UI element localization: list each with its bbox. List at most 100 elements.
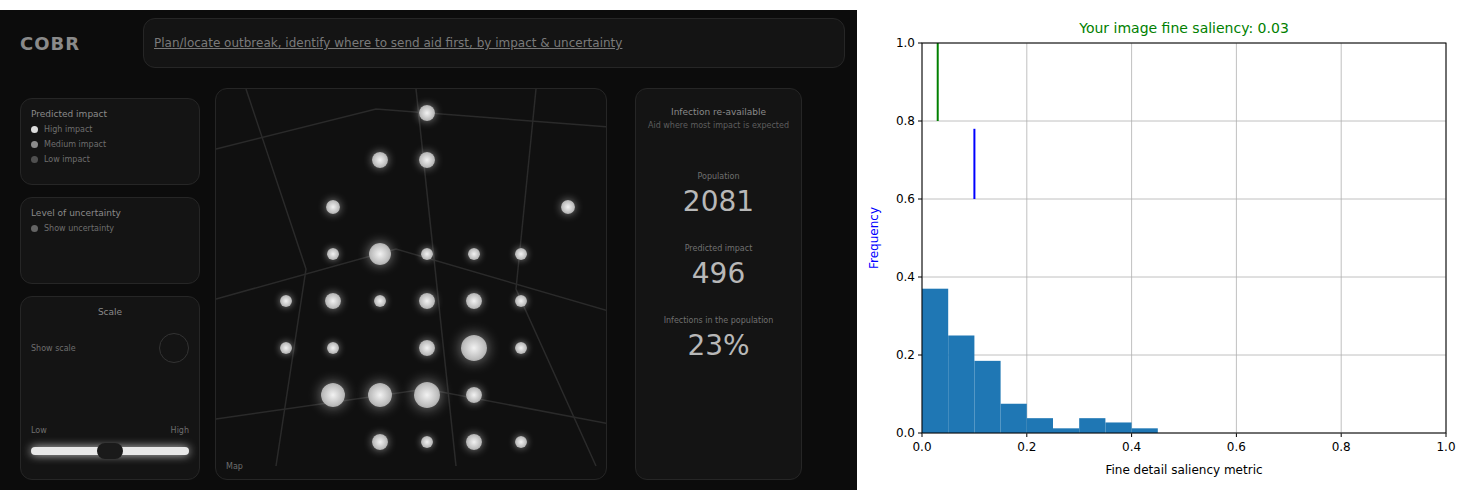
map-pin[interactable]	[468, 248, 480, 260]
legend-row[interactable]: Show uncertainty	[31, 224, 189, 233]
knob-icon[interactable]	[159, 333, 189, 363]
map-pin[interactable]	[515, 248, 527, 260]
dashboard-body: Predicted impact High impact Medium impact…	[20, 88, 845, 480]
page: COBRPlan/locate outbreak, identify where…	[0, 0, 1473, 495]
stats-card: Infection re-availableAid where most imp…	[635, 88, 802, 480]
legend-row[interactable]: High impact	[31, 125, 189, 134]
stat-value: 23%	[687, 329, 749, 362]
map-pin[interactable]	[327, 248, 339, 260]
map-pin[interactable]	[419, 152, 435, 168]
map-pin[interactable]	[414, 382, 440, 408]
streets-icon	[216, 89, 606, 479]
x-tick: 0.8	[1332, 43, 1351, 454]
map-pin[interactable]	[372, 152, 388, 168]
map-pin[interactable]	[280, 295, 292, 307]
map-pin[interactable]	[374, 295, 386, 307]
map-cell	[356, 371, 403, 418]
map-pin[interactable]	[515, 436, 527, 448]
map-cell	[262, 136, 309, 183]
svg-text:0.6: 0.6	[896, 192, 915, 206]
map-pin[interactable]	[466, 293, 482, 309]
legend-dot	[31, 141, 38, 148]
map-cell	[356, 89, 403, 136]
map-cell	[262, 89, 309, 136]
histogram-bar	[974, 361, 1000, 433]
scale-slider[interactable]	[31, 447, 189, 455]
saliency-histogram: 0.00.20.40.60.81.00.00.20.40.60.81.0Your…	[857, 0, 1473, 495]
card-title: Predicted impact	[31, 109, 189, 119]
x-tick: 0.2	[1017, 43, 1036, 454]
svg-text:1.0: 1.0	[1436, 440, 1455, 454]
stat-value: 2081	[683, 185, 754, 218]
map-pin[interactable]	[515, 342, 527, 354]
histogram-bar	[1053, 428, 1079, 433]
map-cell	[497, 230, 544, 277]
dashboard-screenshot: COBRPlan/locate outbreak, identify where…	[0, 0, 857, 495]
scale-toggle[interactable]: Show scale	[31, 333, 189, 363]
map-cell	[497, 277, 544, 324]
map-cell	[544, 277, 591, 324]
stat-label: Predicted impact	[685, 244, 753, 253]
map-pin[interactable]	[325, 293, 341, 309]
map-cell	[403, 277, 450, 324]
stat-label: Population	[697, 172, 739, 181]
map-cell	[450, 277, 497, 324]
slider-thumb[interactable]	[97, 443, 123, 459]
map-cell	[450, 371, 497, 418]
map-cell	[309, 324, 356, 371]
scale-high: High	[171, 426, 189, 435]
marker-line	[973, 129, 975, 199]
filter-card: Predicted impact High impact Medium impact…	[20, 98, 200, 185]
x-tick: 0.6	[1227, 43, 1246, 454]
dashboard: COBRPlan/locate outbreak, identify where…	[0, 10, 857, 490]
map-pin[interactable]	[280, 342, 292, 354]
map-pin[interactable]	[368, 383, 392, 407]
map-cell	[497, 89, 544, 136]
map-pin[interactable]	[369, 243, 391, 265]
histogram-bar	[1105, 422, 1131, 433]
marker-line	[937, 43, 939, 121]
map-pin[interactable]	[419, 105, 435, 121]
svg-text:0.6: 0.6	[1227, 440, 1246, 454]
stats-subtitle: Aid where most impact is expected	[648, 121, 789, 130]
map-pin[interactable]	[466, 434, 482, 450]
map-pin[interactable]	[326, 200, 340, 214]
map-cell	[403, 324, 450, 371]
map-cell	[450, 324, 497, 371]
map-cell	[497, 324, 544, 371]
map-pin[interactable]	[327, 342, 339, 354]
map-pin[interactable]	[321, 383, 345, 407]
map-pin[interactable]	[421, 436, 433, 448]
map-pin[interactable]	[461, 335, 487, 361]
map-cell	[356, 183, 403, 230]
svg-text:0.2: 0.2	[896, 348, 915, 362]
map-pin[interactable]	[421, 248, 433, 260]
map-pin[interactable]	[515, 295, 527, 307]
map-pin[interactable]	[372, 434, 388, 450]
map-cell	[450, 183, 497, 230]
map-cell	[544, 324, 591, 371]
map-cell	[309, 418, 356, 465]
map-cell	[309, 371, 356, 418]
map-pin[interactable]	[561, 200, 575, 214]
x-axis-label: Fine detail saliency metric	[1105, 463, 1262, 477]
map-cell	[544, 136, 591, 183]
map-cell	[356, 324, 403, 371]
map-cell	[544, 89, 591, 136]
histogram-bar	[1079, 418, 1105, 433]
map-cell	[309, 183, 356, 230]
scale-labels: LowHigh	[31, 426, 189, 435]
svg-text:0.2: 0.2	[1017, 440, 1036, 454]
map-pin[interactable]	[419, 293, 435, 309]
legend-row[interactable]: Low impact	[31, 155, 189, 164]
map-pin[interactable]	[466, 387, 482, 403]
legend-dot	[31, 156, 38, 163]
map[interactable]: Map	[215, 88, 607, 480]
map-cell	[403, 418, 450, 465]
legend-row[interactable]: Medium impact	[31, 140, 189, 149]
title-bar: Plan/locate outbreak, identify where to …	[143, 18, 845, 68]
y-tick: 0.4	[896, 270, 1446, 284]
map-pin[interactable]	[419, 340, 435, 356]
map-cell	[403, 371, 450, 418]
map-cell	[497, 371, 544, 418]
